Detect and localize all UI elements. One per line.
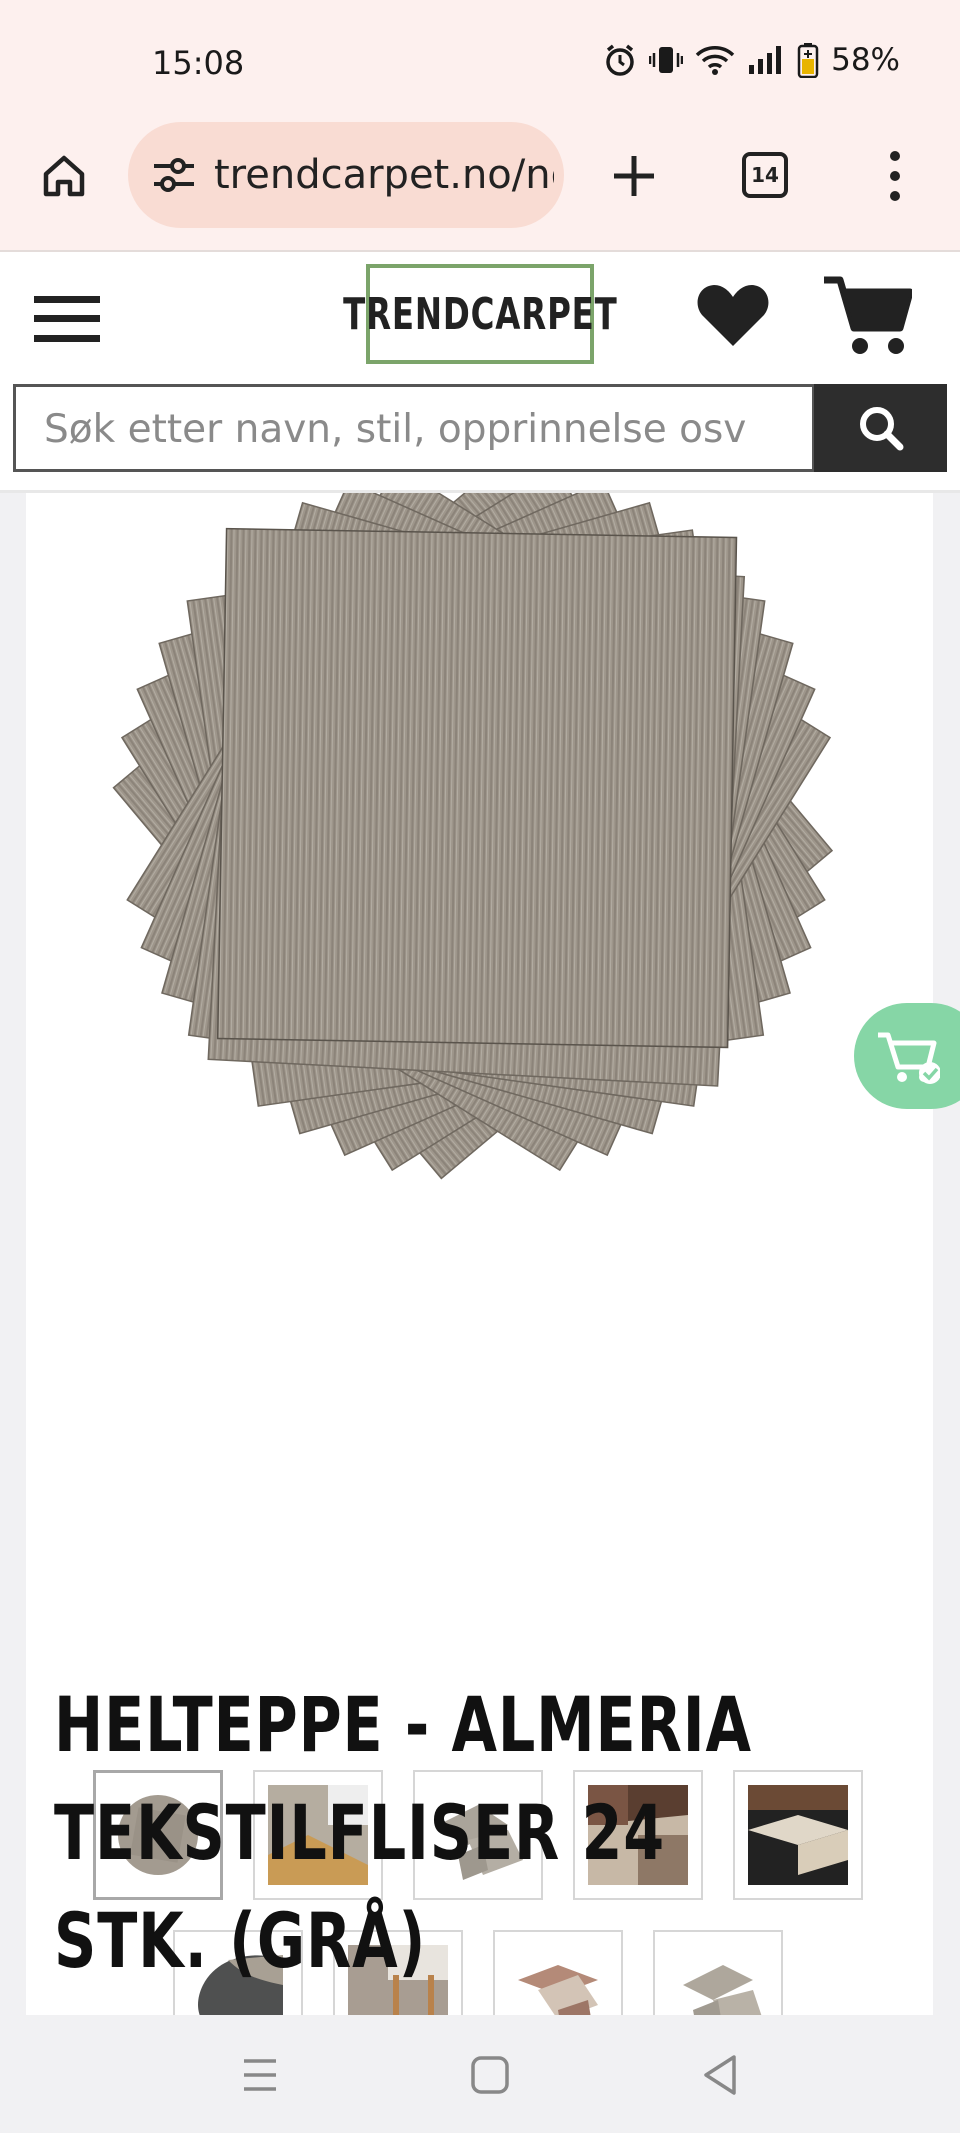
new-tab-button[interactable] — [606, 148, 662, 204]
alarm-icon — [606, 44, 634, 76]
logo-text: TRENDCARPET — [342, 288, 618, 340]
menu-icon[interactable] — [34, 294, 100, 344]
cart-icon[interactable] — [822, 274, 912, 358]
product-main-image[interactable] — [106, 493, 846, 1183]
search-placeholder: Søk etter navn, stil, opprinnelse osv — [44, 407, 747, 452]
vibrate-icon — [649, 47, 684, 73]
site-header: TRENDCARPET Søk etter navn, stil, opprin… — [0, 252, 960, 492]
battery-percent: 58% — [831, 42, 900, 78]
carpet-tile-stack-image — [112, 493, 834, 1180]
wishlist-heart-icon[interactable] — [696, 282, 770, 348]
home-nav-icon[interactable] — [460, 2051, 520, 2099]
site-settings-icon[interactable] — [152, 157, 196, 193]
product-content: HELTEPPE - ALMERIA TEKSTILFLISER 24 STK.… — [26, 493, 933, 2060]
battery-icon — [797, 43, 819, 78]
signal-icon — [749, 46, 782, 74]
tab-switcher-button[interactable]: 14 — [742, 152, 788, 198]
product-title: HELTEPPE - ALMERIA TEKSTILFLISER 24 STK.… — [54, 1680, 752, 1985]
search-input[interactable]: Søk etter navn, stil, opprinnelse osv — [13, 384, 815, 472]
floating-cart-button[interactable] — [854, 1003, 960, 1109]
address-bar[interactable]: trendcarpet.no/no — [128, 122, 564, 228]
back-icon[interactable] — [690, 2051, 750, 2099]
wifi-icon — [695, 46, 735, 75]
system-nav-bar — [0, 2015, 960, 2133]
site-logo[interactable]: TRENDCARPET — [343, 264, 616, 364]
status-icons: 58% — [603, 42, 900, 78]
cart-check-icon — [878, 1032, 940, 1084]
url-text[interactable]: trendcarpet.no/no — [214, 152, 554, 198]
home-button[interactable] — [36, 148, 92, 204]
status-bar: 15:08 58% — [0, 0, 960, 118]
recent-apps-icon[interactable] — [230, 2051, 290, 2099]
search-icon — [859, 407, 903, 451]
search-button[interactable] — [814, 384, 947, 472]
home-icon — [43, 155, 85, 197]
more-menu-icon[interactable] — [880, 148, 910, 204]
browser-toolbar: trendcarpet.no/no 14 — [0, 118, 960, 252]
status-time: 15:08 — [152, 44, 245, 82]
